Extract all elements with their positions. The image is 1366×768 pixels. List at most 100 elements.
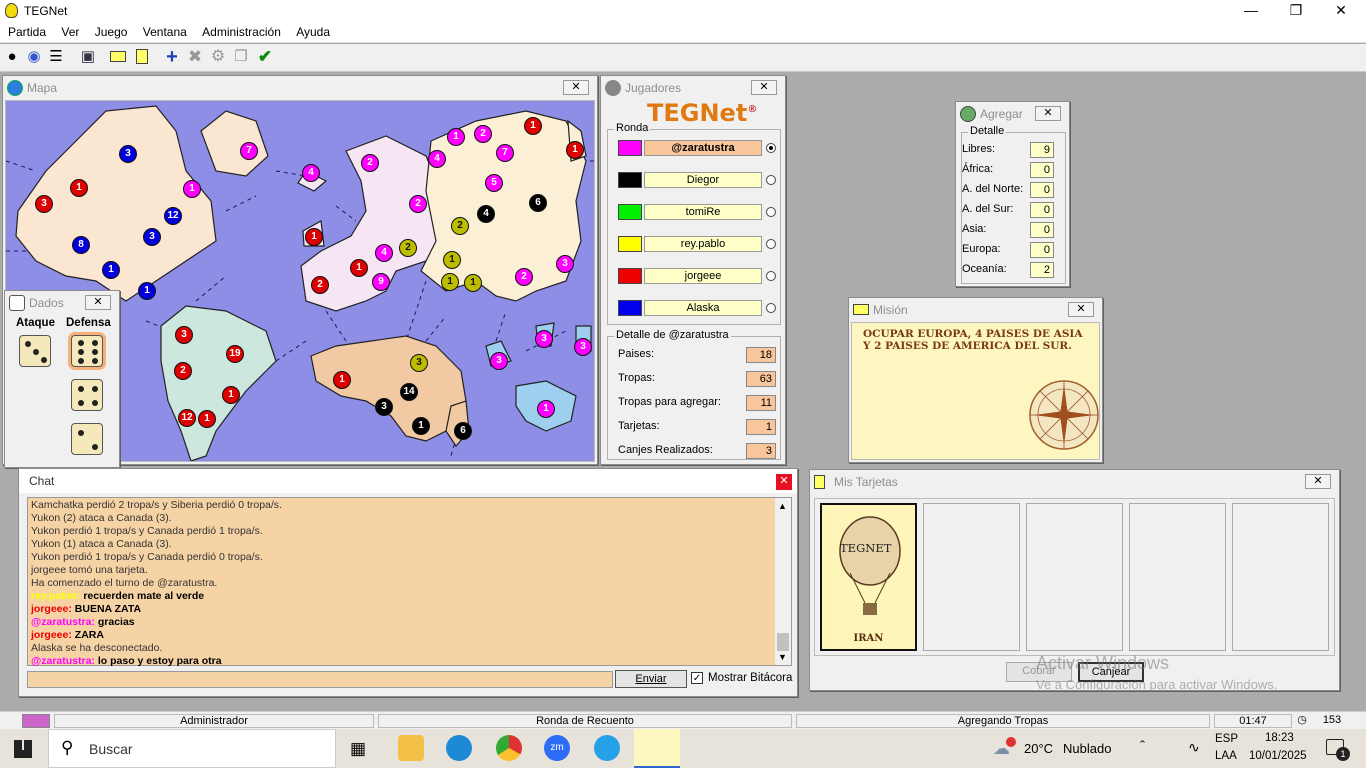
file-explorer-icon[interactable] [398,735,424,761]
menu-ayuda[interactable]: Ayuda [296,22,330,39]
scroll-up-icon[interactable]: ▲ [778,501,787,511]
map-titlebar[interactable]: Mapa ✕ [3,76,597,100]
task-view-icon[interactable]: ▦ [350,739,366,759]
player-row[interactable]: jorgeee [618,268,776,286]
army-marker[interactable]: 7 [240,142,258,160]
chat-scrollbar[interactable]: ▲ ▼ [775,498,791,665]
clock-time[interactable]: 18:23 [1265,732,1294,744]
map-close-button[interactable]: ✕ [563,80,589,95]
cancel-icon[interactable]: ✖ [185,47,205,67]
add-close-button[interactable]: ✕ [1035,106,1061,121]
army-marker[interactable]: 2 [399,239,417,257]
player-row[interactable]: @zaratustra [618,140,776,158]
army-marker[interactable]: 3 [175,326,193,344]
army-marker[interactable]: 3 [119,145,137,163]
gear-icon[interactable]: ⚙ [208,47,228,67]
army-marker[interactable]: 12 [178,409,196,427]
scroll-thumb[interactable] [777,633,789,651]
scroll-down-icon[interactable]: ▼ [778,652,787,662]
chat-close-button[interactable]: ✕ [776,474,792,490]
army-marker[interactable]: 4 [477,205,495,223]
players-titlebar[interactable]: Jugadores ✕ [601,76,785,100]
close-window-button[interactable]: ✕ [1326,2,1356,19]
taskbar-search[interactable]: ⚲ Buscar [48,729,336,768]
army-marker[interactable]: 3 [556,255,574,273]
army-marker[interactable]: 1 [183,180,201,198]
army-marker[interactable]: 3 [35,195,53,213]
army-marker[interactable]: 3 [535,330,553,348]
menu-ventana[interactable]: Ventana [143,22,187,39]
add-icon[interactable]: + [162,47,182,67]
army-marker[interactable]: 1 [443,251,461,269]
cards-titlebar[interactable]: Mis Tarjetas ✕ [810,470,1339,494]
army-marker[interactable]: 7 [496,144,514,162]
army-marker[interactable]: 1 [138,282,156,300]
chat-log[interactable]: Kamchatka perdió 2 tropa/s y Siberia per… [27,497,792,667]
network-icon[interactable]: ∿ [1188,739,1200,756]
players-close-button[interactable]: ✕ [751,80,777,95]
army-marker[interactable]: 1 [102,261,120,279]
army-marker[interactable]: 3 [490,352,508,370]
country-card[interactable]: TEGNET IRAN [820,503,917,651]
army-marker[interactable]: 1 [222,386,240,404]
army-marker[interactable]: 1 [333,371,351,389]
army-marker[interactable]: 5 [485,174,503,192]
menu-ver[interactable]: Ver [61,22,79,39]
army-marker[interactable]: 1 [441,273,459,291]
army-marker[interactable]: 3 [375,398,393,416]
internet-explorer-icon[interactable] [594,735,620,761]
globe-icon[interactable]: ◉ [24,47,44,67]
army-marker[interactable]: 6 [529,194,547,212]
player-row[interactable]: rey.pablo [618,236,776,254]
army-marker[interactable]: 2 [361,154,379,172]
army-marker[interactable]: 1 [524,117,542,135]
clock-date[interactable]: 10/01/2025 [1249,750,1307,762]
army-marker[interactable]: 1 [566,141,584,159]
army-marker[interactable]: 4 [302,164,320,182]
maximize-button[interactable]: ❐ [1281,2,1311,19]
army-marker[interactable]: 1 [305,228,323,246]
chat-titlebar[interactable]: Chat ✕ [19,469,797,493]
army-marker[interactable]: 3 [410,354,428,372]
army-marker[interactable]: 1 [70,179,88,197]
army-marker[interactable]: 1 [198,410,216,428]
dice-close-button[interactable]: ✕ [85,295,111,310]
cards-close-button[interactable]: ✕ [1305,474,1331,489]
menu-juego[interactable]: Juego [95,22,128,39]
army-marker[interactable]: 2 [515,268,533,286]
chat-input[interactable] [27,671,613,688]
army-marker[interactable]: 6 [454,422,472,440]
chevron-up-icon[interactable]: ˆ [1140,738,1145,755]
army-marker[interactable]: 9 [372,273,390,291]
tegnet-taskbar-icon[interactable] [634,729,680,768]
player-row[interactable]: Diegor [618,172,776,190]
minimize-button[interactable]: — [1236,2,1266,18]
army-marker[interactable]: 2 [451,217,469,235]
edge-icon[interactable] [446,735,472,761]
army-marker[interactable]: 1 [350,259,368,277]
army-marker[interactable]: 2 [174,362,192,380]
army-marker[interactable]: 2 [409,195,427,213]
add-titlebar[interactable]: Agregar ✕ [956,102,1069,126]
show-log-checkbox[interactable]: ✓ [691,672,703,684]
dice-titlebar[interactable]: Dados ✕ [5,291,119,315]
send-button[interactable]: Enviar [615,670,687,688]
copy-icon[interactable]: ❐ [231,47,251,67]
save-icon[interactable]: ▣ [78,47,98,67]
connect-icon[interactable]: ● [2,47,22,67]
army-marker[interactable]: 4 [375,244,393,262]
mission-icon[interactable] [132,47,152,67]
check-icon[interactable]: ✔ [255,47,275,67]
card-icon[interactable] [108,47,128,67]
zoom-icon[interactable]: zm [544,735,570,761]
army-marker[interactable]: 4 [428,150,446,168]
keyboard-layout[interactable]: LAA [1215,750,1237,762]
army-marker[interactable]: 1 [412,417,430,435]
list-icon[interactable]: ☰ [46,47,66,67]
army-marker[interactable]: 2 [474,125,492,143]
menu-partida[interactable]: Partida [8,22,46,39]
army-marker[interactable]: 1 [447,128,465,146]
army-marker[interactable]: 3 [143,228,161,246]
army-marker[interactable]: 3 [574,338,592,356]
army-marker[interactable]: 1 [537,400,555,418]
